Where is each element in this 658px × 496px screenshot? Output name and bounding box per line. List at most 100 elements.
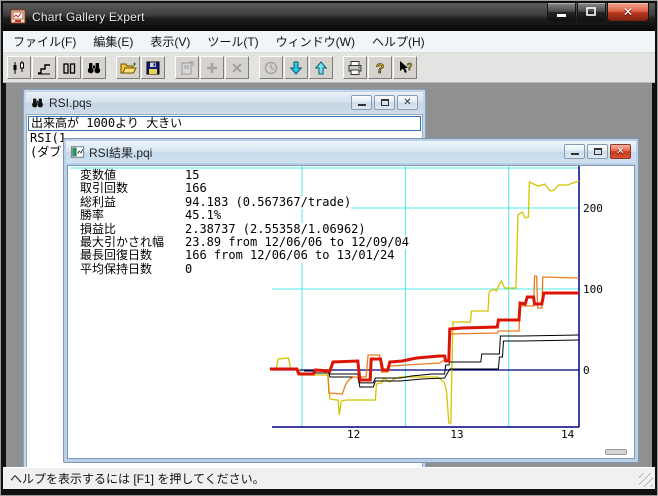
toolbar-separator	[166, 67, 175, 68]
result-close-button[interactable]: ✕	[610, 144, 631, 159]
restore-icon	[381, 99, 389, 106]
y-tick-label: 100	[583, 283, 603, 296]
move-down-button[interactable]	[284, 56, 308, 79]
properties-icon	[179, 60, 195, 76]
stat-row: 最長回復日数166 from 12/06/06 to 13/01/24	[80, 249, 395, 262]
query-window-title: RSI.pqs	[49, 96, 92, 110]
stat-label: 最長回復日数	[80, 249, 185, 262]
result-minimize-button[interactable]	[564, 144, 585, 159]
candlestick-chart-button[interactable]	[7, 56, 31, 79]
move-up-icon	[313, 60, 329, 76]
query-restore-button[interactable]	[374, 95, 395, 110]
stat-value: 45.1%	[185, 208, 221, 222]
stat-row: 取引回数166	[80, 182, 207, 195]
context-help-button[interactable]: ?	[393, 56, 417, 79]
context-help-icon: ?	[397, 60, 413, 76]
resize-grip[interactable]	[605, 449, 627, 455]
query-minimize-button[interactable]	[351, 95, 372, 110]
print-icon	[347, 60, 363, 76]
menu-window[interactable]: ウィンドウ(W)	[269, 30, 362, 53]
close-button[interactable]: ✕	[607, 3, 649, 22]
menu-view[interactable]: 表示(V)	[143, 30, 197, 53]
toolbar-separator	[334, 67, 343, 68]
result-window-title: RSI結果.pqi	[89, 144, 152, 161]
result-restore-button[interactable]	[587, 144, 608, 159]
step-chart-icon	[36, 60, 52, 76]
series-black-line-1	[304, 335, 579, 383]
menu-edit[interactable]: 編集(E)	[86, 30, 140, 53]
svg-text:?: ?	[376, 60, 385, 76]
status-bar: ヘルプを表示するには [F1] を押してください。	[3, 467, 655, 489]
result-chart-icon	[70, 145, 85, 159]
menu-bar: ファイル(F) 編集(E) 表示(V) ツール(T) ウィンドウ(W) ヘルプ(…	[3, 31, 655, 53]
stat-value: 166	[185, 181, 207, 195]
result-window-titlebar[interactable]: RSI結果.pqi ✕	[66, 141, 636, 163]
minimize-button[interactable]	[547, 3, 576, 22]
add-icon	[204, 60, 220, 76]
properties-button	[175, 56, 199, 79]
y-tick-label: 0	[583, 364, 590, 377]
add-button	[200, 56, 224, 79]
window-resize-grip[interactable]	[639, 473, 653, 487]
binoculars-icon	[30, 96, 45, 110]
series-orange-line	[270, 276, 579, 394]
help-icon: ?	[372, 60, 388, 76]
window-title: Chart Gallery Expert	[32, 10, 145, 24]
delete-button	[225, 56, 249, 79]
result-client-area: 1213140100200 変数値15取引回数166総利益94.183 (0.5…	[67, 165, 635, 459]
help-button[interactable]: ?	[368, 56, 392, 79]
query-condition-row[interactable]: 出来高が 1000より 大きい	[28, 116, 421, 131]
toolbar-separator	[107, 67, 116, 68]
stat-value: 23.89 from 12/06/06 to 12/09/04	[185, 235, 409, 249]
mdi-workspace: RSI.pqs ✕ 出来高が 1000より 大きいRSI(1(ダブ RSI結果.…	[6, 83, 652, 467]
print-button[interactable]	[343, 56, 367, 79]
query-window-titlebar[interactable]: RSI.pqs ✕	[26, 92, 423, 114]
status-text: ヘルプを表示するには [F1] を押してください。	[10, 470, 265, 487]
stat-value: 15	[185, 168, 199, 182]
bar-columns-icon	[61, 60, 77, 76]
svg-text:?: ?	[406, 62, 412, 73]
stat-value: 0	[185, 262, 192, 276]
x-tick-label: 13	[450, 428, 463, 441]
minimize-icon	[557, 14, 566, 17]
toolbar-separator	[250, 67, 259, 68]
menu-tools[interactable]: ツール(T)	[200, 30, 265, 53]
stat-label: 取引回数	[80, 182, 185, 195]
move-up-button[interactable]	[309, 56, 333, 79]
update-chart-icon	[263, 60, 279, 76]
open-file-button[interactable]	[116, 56, 140, 79]
search-binoculars-icon	[86, 60, 102, 76]
stat-value: 94.183 (0.567367/trade)	[185, 195, 351, 209]
delete-icon	[229, 60, 245, 76]
query-close-button[interactable]: ✕	[397, 95, 418, 110]
close-icon: ✕	[403, 98, 411, 108]
stat-row: 勝率45.1%	[80, 209, 221, 222]
x-tick-label: 12	[347, 428, 360, 441]
restore-icon	[586, 7, 597, 17]
candlestick-chart-icon	[11, 60, 27, 76]
bar-columns-button[interactable]	[57, 56, 81, 79]
stats-block: 変数値15取引回数166総利益94.183 (0.567367/trade)勝率…	[80, 169, 409, 276]
step-chart-button[interactable]	[32, 56, 56, 79]
stat-label: 平均保持日数	[80, 263, 185, 276]
minimize-icon	[571, 153, 579, 155]
update-chart-button	[259, 56, 283, 79]
app-icon	[10, 9, 26, 25]
menu-file[interactable]: ファイル(F)	[6, 30, 83, 53]
save-file-button[interactable]	[141, 56, 165, 79]
search-binoculars-button[interactable]	[82, 56, 106, 79]
close-icon: ✕	[623, 6, 633, 18]
y-tick-label: 200	[583, 202, 603, 215]
menu-help[interactable]: ヘルプ(H)	[365, 30, 432, 53]
chart-gallery-expert-window: Chart Gallery Expert ✕ ファイル(F) 編集(E) 表示(…	[0, 0, 658, 496]
close-icon: ✕	[616, 147, 624, 157]
minimize-icon	[358, 104, 366, 106]
stat-value: 166 from 12/06/06 to 13/01/24	[185, 248, 395, 262]
main-titlebar[interactable]: Chart Gallery Expert ✕	[3, 3, 655, 31]
stat-value: 2.38737 (2.55358/1.06962)	[185, 222, 366, 236]
stat-row: 平均保持日数0	[80, 263, 192, 276]
result-window: RSI結果.pqi ✕ 1213140100200 変数値15取引回数166総利…	[63, 138, 639, 463]
restore-button[interactable]	[577, 3, 606, 22]
restore-icon	[594, 148, 602, 155]
move-down-icon	[288, 60, 304, 76]
